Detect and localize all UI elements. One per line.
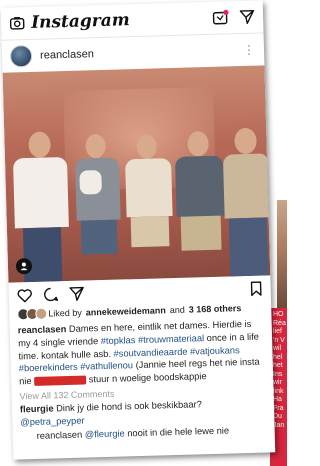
article-line: Ha <box>273 396 282 403</box>
hashtag[interactable]: #soutvandieaarde <box>113 346 187 358</box>
photo-person <box>122 128 176 279</box>
caption-username[interactable]: reanclasen <box>18 324 67 335</box>
more-options-icon[interactable]: ⋮ <box>243 43 256 57</box>
activity-tv-icon[interactable] <box>212 9 229 25</box>
article-line: Ins <box>273 370 283 378</box>
comment-icon[interactable] <box>43 286 59 302</box>
avatar[interactable] <box>9 44 33 68</box>
article-line: HO <box>273 311 284 318</box>
likes-prefix: Liked by <box>48 307 82 319</box>
share-icon[interactable] <box>69 286 85 302</box>
comment-mention[interactable]: @fleurgie <box>85 429 125 440</box>
likes-connector: and <box>169 304 185 316</box>
article-line: Du <box>273 413 282 420</box>
hashtag[interactable]: #vathullenou <box>80 361 133 372</box>
article-line: 'n V <box>273 336 285 344</box>
app-logo: Instagram <box>30 10 131 33</box>
post-photo[interactable] <box>2 65 271 283</box>
instagram-post-screenshot: Instagram reanclasen ⋮ Liked by annekewe… <box>0 0 276 460</box>
bookmark-icon[interactable] <box>249 281 262 297</box>
article-line: wir <box>273 379 282 386</box>
article-line: Réa <box>273 319 286 327</box>
dog <box>79 170 102 195</box>
magazine-photo-edge <box>277 200 287 308</box>
article-line: wil <box>273 345 282 352</box>
article-line: link <box>273 387 284 395</box>
article-line: lief <box>273 328 282 335</box>
photo-person <box>222 125 271 277</box>
redaction-bar <box>34 375 87 387</box>
comment-username[interactable]: reanclasen <box>37 430 83 441</box>
direct-message-icon[interactable] <box>239 9 255 25</box>
post-caption: reanclasen Dames en here, eintlik net da… <box>9 313 273 388</box>
article-line: Fra <box>273 404 284 412</box>
article-line: Jan <box>273 421 285 429</box>
hashtag[interactable]: #vatjoukans <box>190 345 240 356</box>
photo-person <box>172 127 228 278</box>
camera-icon[interactable] <box>9 15 25 31</box>
comment-mention[interactable]: @petra_peyper <box>20 415 84 427</box>
comment-text: nooit in die hele lewe nie <box>127 425 230 439</box>
article-line: het <box>273 362 283 369</box>
photo-person <box>70 129 126 280</box>
article-line: hel <box>273 353 283 361</box>
caption-text: stuur n woelige boodskappie <box>88 371 207 385</box>
comment-username[interactable]: fleurgie <box>20 403 54 414</box>
hashtag[interactable]: #boerekinders <box>19 362 78 374</box>
hashtag[interactable]: #topklas <box>101 335 136 346</box>
post-username[interactable]: reanclasen <box>40 48 94 61</box>
heart-icon[interactable] <box>17 287 33 302</box>
liker-avatars <box>17 307 48 321</box>
likes-count[interactable]: 3 168 others <box>189 303 242 314</box>
hashtag[interactable]: #trouwmateriaal <box>138 333 204 345</box>
comment-text: Dink jy die hond is ook beskikbaar? <box>55 399 202 414</box>
